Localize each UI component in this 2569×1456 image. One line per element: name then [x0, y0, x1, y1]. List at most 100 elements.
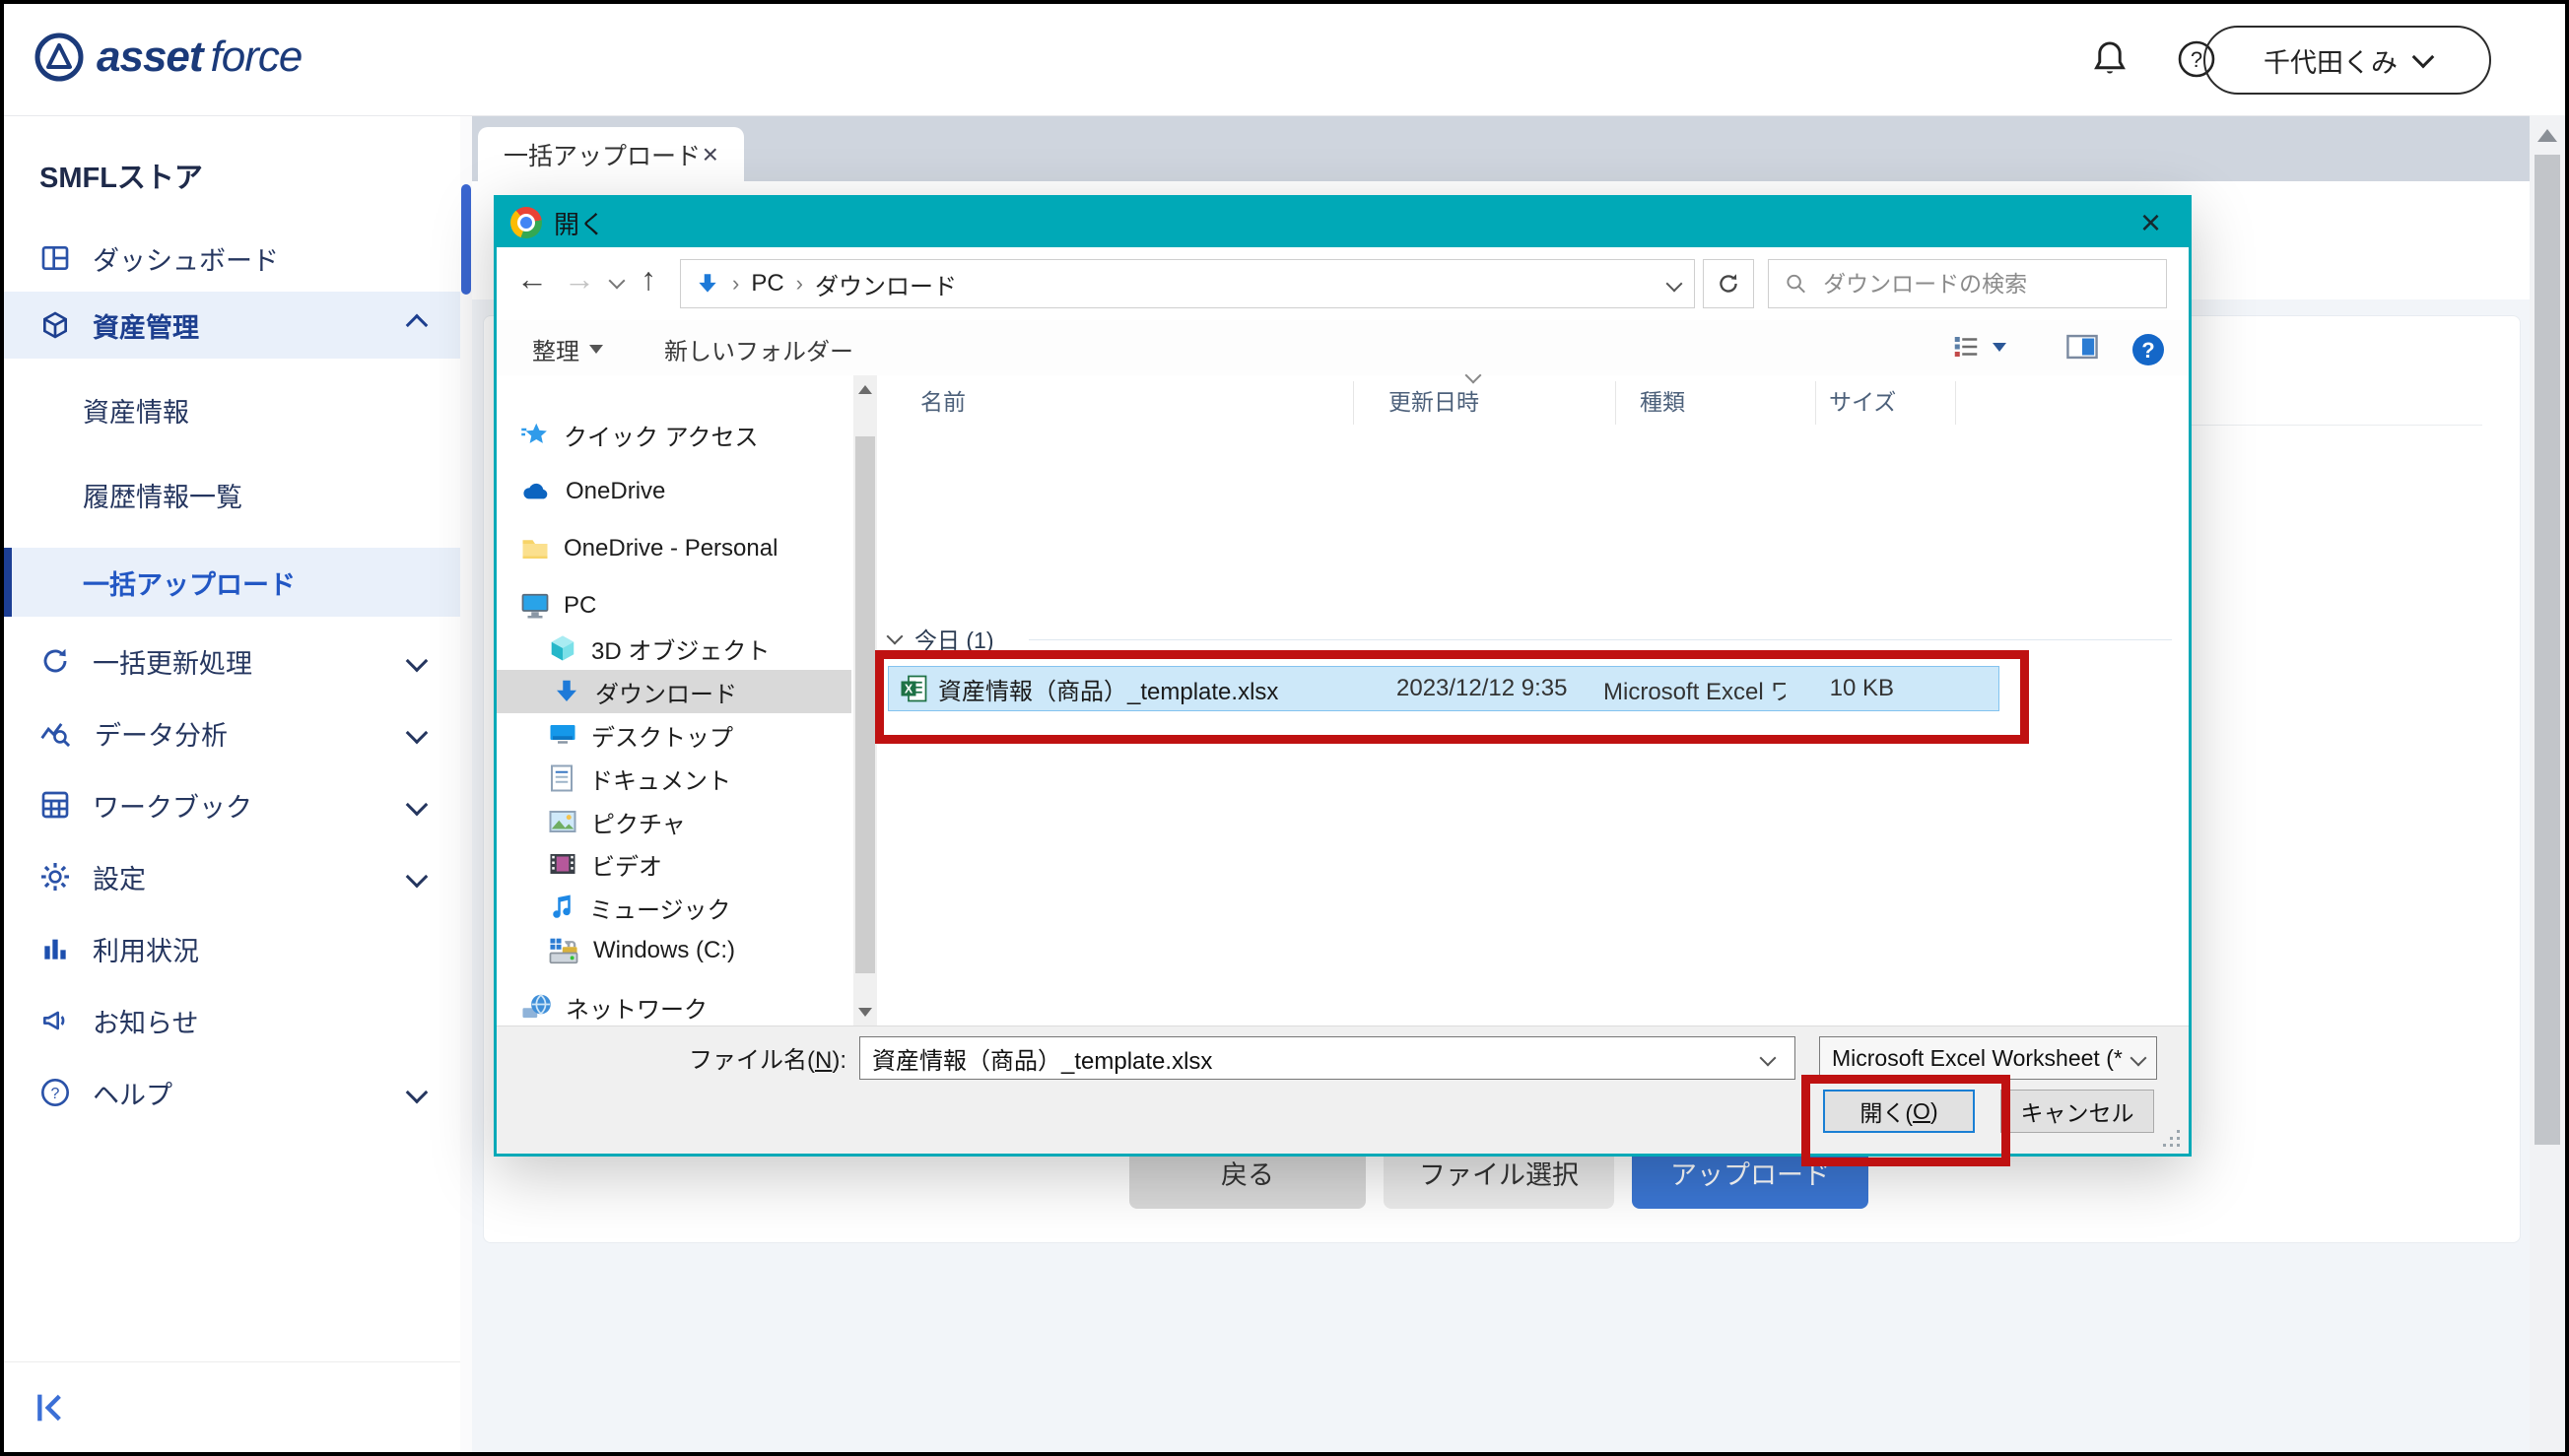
- tree-item-network[interactable]: ネットワーク: [520, 985, 708, 1028]
- nav-history-chevron-icon[interactable]: [609, 273, 626, 290]
- user-menu-button[interactable]: 千代田くみ: [2203, 26, 2491, 95]
- chrome-icon: [510, 207, 542, 238]
- column-header-type[interactable]: 種類: [1640, 383, 1685, 417]
- tree-scroll-down-icon[interactable]: [858, 1008, 872, 1017]
- tab-close-icon[interactable]: ×: [703, 139, 718, 170]
- organize-menu-button[interactable]: 整理: [532, 332, 603, 366]
- nav-forward-icon[interactable]: →: [564, 261, 595, 298]
- page-scrollbar[interactable]: [2530, 115, 2565, 1452]
- tree-scroll-up-icon[interactable]: [858, 385, 872, 394]
- sidebar-scrollbar-thumb[interactable]: [461, 184, 471, 295]
- sidebar-item-dashboard[interactable]: ダッシュボード: [4, 226, 460, 291]
- sidebar-item-notice[interactable]: お知らせ: [4, 988, 460, 1053]
- filename-input[interactable]: [859, 1036, 1795, 1080]
- tree-item-onedrive[interactable]: OneDrive: [520, 470, 665, 513]
- sidebar-item-label: ワークブック: [93, 786, 252, 825]
- assetforce-logo: assetforce: [34, 32, 302, 83]
- sidebar-item-label: 一括アップロード: [83, 563, 296, 602]
- tree-item-pictures[interactable]: ピクチャ: [548, 800, 686, 843]
- sidebar-item-settings[interactable]: 設定: [4, 844, 460, 909]
- tree-item-pc[interactable]: PC: [520, 584, 596, 628]
- view-dropdown-triangle-icon: [1993, 343, 2006, 352]
- search-box[interactable]: [1768, 259, 2167, 308]
- page-scrollbar-thumb[interactable]: [2535, 155, 2560, 1145]
- tree-item-label: 3D オブジェクト: [591, 631, 770, 666]
- nav-up-icon[interactable]: ↑: [641, 261, 656, 298]
- open-button[interactable]: 開く(O): [1823, 1090, 1975, 1133]
- tree-item-quick-access[interactable]: クイック アクセス: [520, 413, 758, 456]
- screenshot-frame: assetforce ? 千代田くみ SMFLストア ダッシュボード 資産管理 …: [0, 0, 2569, 1456]
- dashboard-icon: [39, 242, 71, 274]
- file-select-button-label: ファイル選択: [1419, 1154, 1579, 1192]
- breadcrumb-pc[interactable]: PC: [751, 270, 783, 298]
- search-input[interactable]: [1821, 270, 2150, 298]
- view-options-button[interactable]: [1951, 332, 2006, 362]
- tree-scrollbar[interactable]: [853, 375, 877, 1026]
- tab-bulk-upload[interactable]: 一括アップロード ×: [478, 127, 744, 181]
- resize-grip-icon[interactable]: [2161, 1128, 2183, 1150]
- tree-item-label: OneDrive: [566, 478, 665, 505]
- dialog-close-icon[interactable]: ×: [2140, 200, 2161, 245]
- tree-item-documents[interactable]: ドキュメント: [548, 757, 731, 800]
- nav-back-icon[interactable]: ←: [516, 261, 548, 298]
- sidebar-item-asset-management[interactable]: 資産管理: [4, 292, 460, 359]
- chevron-down-icon: [406, 1082, 429, 1104]
- chevron-down-icon: [406, 866, 429, 889]
- sidebar: SMFLストア ダッシュボード 資産管理 資産情報 履歴情報一覧 一括アップロー…: [4, 115, 460, 1452]
- breadcrumb-downloads[interactable]: ダウンロード: [815, 267, 957, 301]
- workbook-icon: [39, 789, 71, 821]
- sidebar-item-bulk-update[interactable]: 一括更新処理: [4, 629, 460, 694]
- dialog-help-button[interactable]: ?: [2130, 332, 2166, 367]
- filetype-dropdown[interactable]: Microsoft Excel Worksheet (*.xl: [1819, 1036, 2157, 1080]
- preview-pane-button[interactable]: [2065, 332, 2099, 362]
- music-note-icon: [548, 893, 575, 922]
- tree-item-downloads[interactable]: ダウンロード: [497, 670, 851, 713]
- tree-item-3d-objects[interactable]: 3D オブジェクト: [548, 627, 770, 670]
- tab-bar: 一括アップロード ×: [472, 115, 2530, 181]
- address-dropdown-chevron-icon[interactable]: [1666, 276, 1683, 293]
- address-bar[interactable]: › PC › ダウンロード: [680, 259, 1695, 308]
- sidebar-item-usage[interactable]: 利用状況: [4, 916, 460, 981]
- group-header-today[interactable]: 今日 (1): [889, 622, 994, 655]
- scroll-up-arrow-icon[interactable]: [2537, 129, 2557, 142]
- package-icon: [39, 309, 71, 341]
- column-header-size[interactable]: サイズ: [1829, 383, 1896, 417]
- tree-item-videos[interactable]: ビデオ: [548, 842, 662, 886]
- sidebar-item-bulk-upload[interactable]: 一括アップロード: [4, 548, 460, 617]
- tree-item-windows-c[interactable]: Windows (C:): [548, 929, 735, 972]
- sidebar-item-data-analysis[interactable]: データ分析: [4, 700, 460, 765]
- sidebar-item-asset-info[interactable]: 資産情報: [4, 377, 460, 442]
- new-folder-button[interactable]: 新しいフォルダー: [664, 332, 853, 366]
- sidebar-item-history-list[interactable]: 履歴情報一覧: [4, 462, 460, 527]
- column-header-name[interactable]: 名前: [920, 383, 966, 417]
- file-row-selected[interactable]: X 資産情報（商品）_template.xlsx 2023/12/12 9:35…: [888, 666, 1999, 711]
- svg-text:?: ?: [2191, 47, 2202, 72]
- pc-monitor-icon: [520, 592, 550, 620]
- notifications-bell-icon[interactable]: [2088, 37, 2131, 81]
- tree-scrollbar-thumb[interactable]: [855, 436, 875, 973]
- onedrive-cloud-icon: [520, 479, 552, 504]
- sidebar-item-label: 資産情報: [83, 391, 189, 430]
- tree-item-desktop[interactable]: デスクトップ: [548, 713, 733, 757]
- tree-item-music[interactable]: ミュージック: [548, 886, 731, 929]
- tree-item-label: ビデオ: [591, 847, 662, 882]
- group-divider-line: [1029, 639, 2172, 640]
- group-label: 今日 (1): [914, 622, 994, 655]
- column-header-modified[interactable]: 更新日時: [1388, 383, 1479, 417]
- column-separator[interactable]: [1615, 381, 1616, 425]
- column-separator[interactable]: [1955, 381, 1956, 425]
- column-separator[interactable]: [1815, 381, 1816, 425]
- dropdown-triangle-icon: [589, 345, 603, 354]
- dialog-titlebar[interactable]: 開く: [497, 198, 2189, 247]
- cancel-button[interactable]: キャンセル: [2000, 1090, 2154, 1133]
- refresh-button[interactable]: [1703, 259, 1754, 308]
- column-separator[interactable]: [1353, 381, 1354, 425]
- collapse-sidebar-icon[interactable]: [32, 1388, 71, 1427]
- sidebar-item-workbook[interactable]: ワークブック: [4, 772, 460, 837]
- tree-item-onedrive-personal[interactable]: OneDrive - Personal: [520, 527, 777, 570]
- quick-access-star-icon: [520, 420, 550, 449]
- tree-item-label: PC: [564, 592, 596, 620]
- sidebar-item-label: 設定: [93, 858, 146, 896]
- sidebar-item-help[interactable]: ? ヘルプ: [4, 1060, 460, 1125]
- sidebar-scrollbar[interactable]: [460, 115, 472, 1452]
